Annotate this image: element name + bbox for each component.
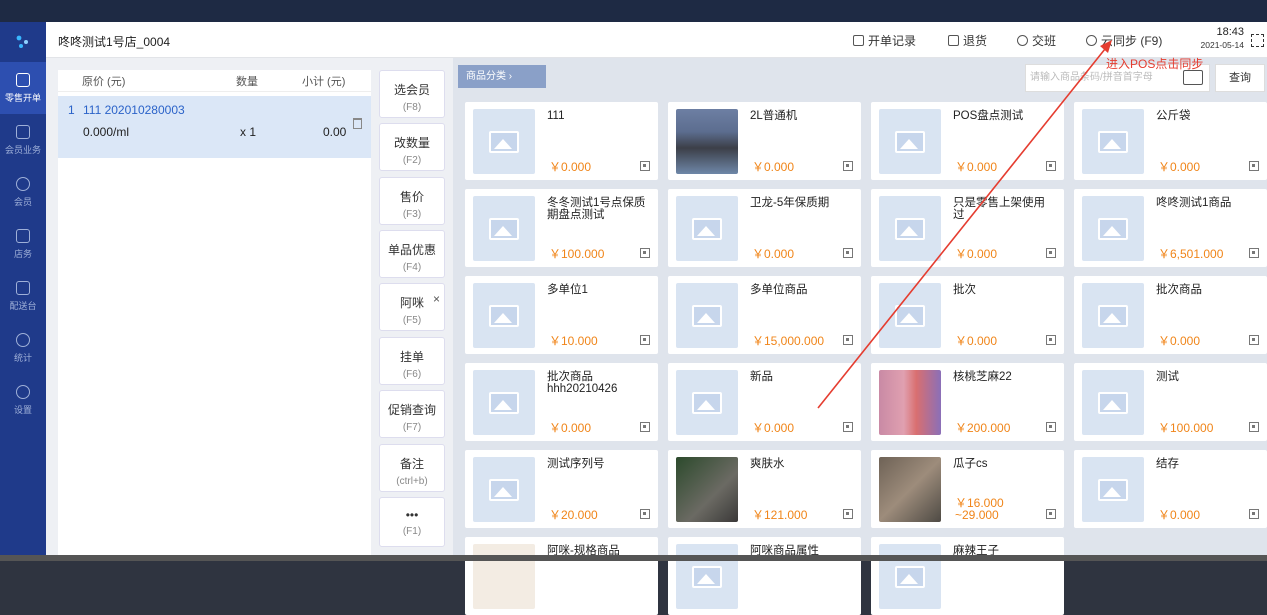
image-placeholder-icon xyxy=(895,565,925,588)
annotation-text: 进入POS点击同步 xyxy=(1106,57,1204,71)
window-bottom-bar xyxy=(0,555,1267,561)
annotation-arrow xyxy=(817,40,1112,409)
pos-app: 零售开单 会员业务 会员 店务 配送台 统计 设置 咚咚测试1号店_0004 开单记录 退货… xyxy=(0,22,1267,615)
image-placeholder-icon xyxy=(692,565,722,588)
window-top-bar xyxy=(0,0,1267,22)
